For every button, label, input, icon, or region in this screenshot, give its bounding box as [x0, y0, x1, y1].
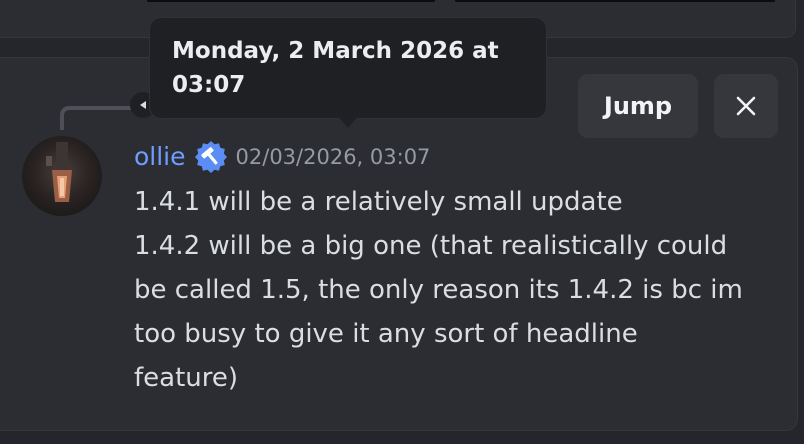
timestamp-tooltip: Monday, 2 March 2026 at 03:07: [149, 17, 547, 119]
message-line: feature): [134, 363, 239, 393]
close-button[interactable]: [714, 74, 778, 138]
previous-card-strip: [455, 0, 775, 2]
message-line: 1.4.2 will be a big one (that realistica…: [134, 231, 728, 261]
jump-button[interactable]: Jump: [578, 74, 698, 138]
author-username[interactable]: ollie: [134, 140, 186, 174]
message-line: too busy to give it any sort of headline: [134, 319, 638, 349]
message-timestamp[interactable]: 02/03/2026, 03:07: [236, 140, 431, 174]
message-content: 1.4.1 will be a relatively small update …: [134, 180, 774, 400]
tooltip-date-line: Monday, 2 March 2026 at: [172, 38, 499, 64]
close-icon: [736, 96, 756, 116]
tooltip-pointer: [336, 114, 360, 128]
message-header: ollie 02/03/2026, 03:07: [134, 140, 430, 174]
hammer-icon[interactable]: [194, 140, 228, 174]
previous-card-strip: [147, 0, 435, 2]
message-popup-view: g ollie 02/03/2026, 03:07 1.4.1 will be …: [0, 0, 804, 444]
reply-connector-line: [60, 106, 132, 130]
avatar[interactable]: [22, 136, 102, 216]
tooltip-time-line: 03:07: [172, 72, 246, 98]
message-line: 1.4.1 will be a relatively small update: [134, 187, 623, 217]
message-line: be called 1.5, the only reason its 1.4.2…: [134, 275, 743, 305]
